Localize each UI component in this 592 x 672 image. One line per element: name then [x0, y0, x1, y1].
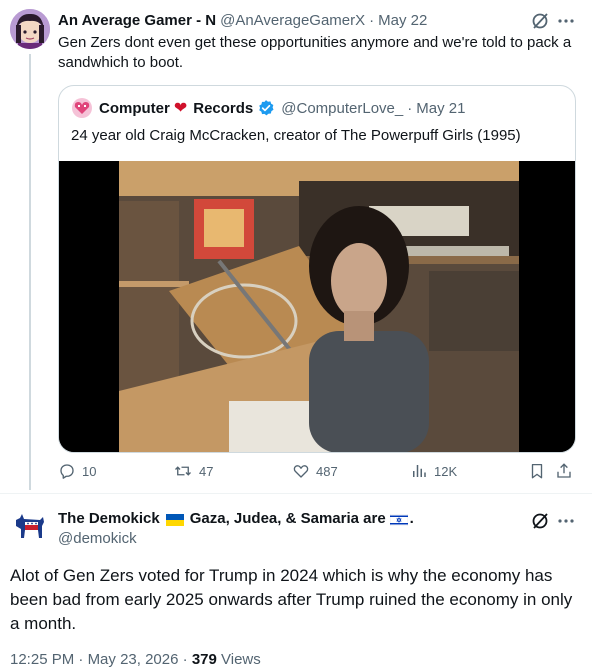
views-label: Views — [221, 651, 261, 668]
heart-icon: ❤ — [173, 100, 188, 117]
author-handle[interactable]: @AnAverageGamerX — [220, 12, 365, 29]
grok-icon[interactable] — [530, 11, 550, 31]
more-icon[interactable] — [556, 11, 576, 31]
bookmark-button[interactable] — [528, 462, 552, 480]
quoted-author-handle[interactable]: @ComputerLove_ — [281, 100, 403, 117]
tweet-actions: 10 47 487 12K — [58, 462, 578, 484]
share-icon — [557, 463, 571, 478]
views-button[interactable]: 12K — [410, 462, 457, 480]
repost-icon — [175, 466, 191, 476]
repost-button[interactable]: 47 — [173, 462, 213, 480]
tweet-time[interactable]: 12:25 PM — [10, 651, 74, 668]
like-icon — [293, 465, 309, 478]
main-tweet[interactable]: The Demokick Gaza, Judea, & Samaria are … — [0, 493, 592, 672]
reply-button[interactable]: 10 — [58, 462, 96, 480]
like-count: 487 — [316, 463, 338, 479]
quoted-author-avatar[interactable] — [71, 97, 93, 119]
video-thumbnail[interactable] — [59, 161, 575, 452]
ukraine-flag-icon — [165, 513, 184, 526]
separator: · — [78, 651, 84, 668]
tweet-header: An Average Gamer - N @AnAverageGamerX · … — [58, 10, 427, 30]
separator: · — [182, 651, 188, 668]
quoted-tweet-text: 24 year old Craig McCracken, creator of … — [71, 127, 521, 144]
separator: · — [369, 11, 375, 29]
tweet-date[interactable]: May 22 — [378, 12, 427, 29]
author-name-end: . — [409, 510, 414, 527]
tweet-text: Gen Zers dont even get these opportuniti… — [58, 34, 572, 71]
quoted-tweet-header: Computer ❤ Records @ComputerLove_ · May … — [71, 97, 465, 119]
share-button[interactable] — [555, 462, 579, 480]
quoting-tweet[interactable]: An Average Gamer - N @AnAverageGamerX · … — [0, 0, 592, 492]
views-icon — [413, 465, 426, 477]
author-avatar[interactable] — [10, 508, 50, 548]
israel-flag-icon — [389, 513, 408, 526]
quoted-author-name-part1[interactable]: Computer — [99, 100, 170, 117]
quoted-tweet-date[interactable]: May 21 — [416, 100, 465, 117]
author-name[interactable]: An Average Gamer - N — [58, 12, 216, 29]
tweet-text: Alot of Gen Zers voted for Trump in 2024… — [10, 566, 573, 633]
verified-icon — [257, 99, 275, 117]
author-name-line: The Demokick Gaza, Judea, & Samaria are … — [58, 510, 414, 527]
tweet-meta: 12:25 PM · May 23, 2026 · 379 Views — [10, 651, 261, 668]
author-name-suffix[interactable]: Gaza, Judea, & Samaria are — [190, 510, 386, 527]
like-button[interactable]: 487 — [292, 462, 338, 480]
reply-icon — [60, 464, 74, 479]
thread-line — [29, 54, 31, 490]
views-count: 12K — [434, 463, 458, 479]
tweet-date[interactable]: May 23, 2026 — [88, 651, 179, 668]
separator: · — [407, 99, 413, 117]
author-handle[interactable]: @demokick — [58, 530, 137, 547]
more-icon[interactable] — [556, 511, 576, 531]
quoted-tweet[interactable]: Computer ❤ Records @ComputerLove_ · May … — [58, 85, 576, 453]
quoted-author-name-part2[interactable]: Records — [193, 100, 253, 117]
views-count: 379 — [191, 651, 217, 668]
bookmark-icon — [531, 463, 543, 479]
repost-count: 47 — [199, 463, 214, 479]
grok-icon[interactable] — [530, 511, 550, 531]
author-avatar[interactable] — [10, 9, 50, 49]
author-name[interactable]: The Demokick — [58, 510, 160, 527]
reply-count: 10 — [82, 463, 97, 479]
